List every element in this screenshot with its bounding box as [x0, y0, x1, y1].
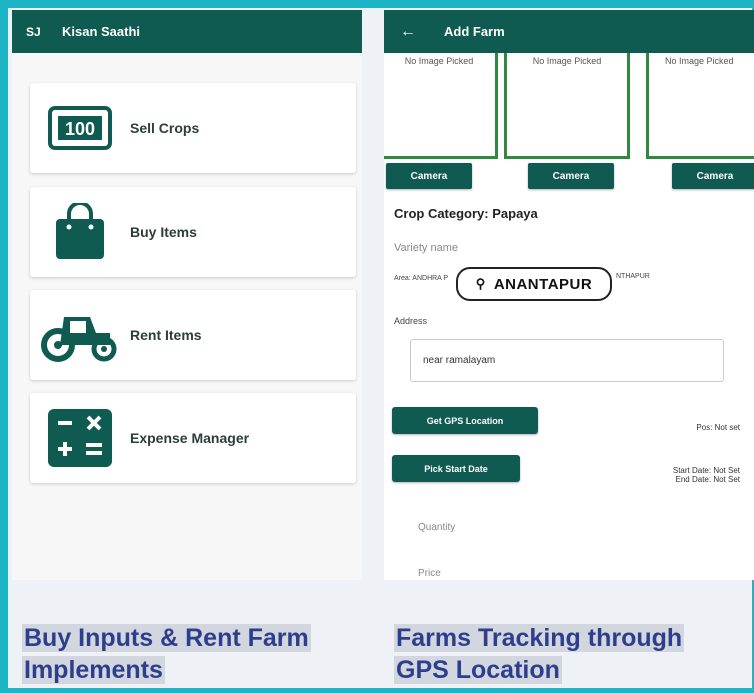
image-placeholder: No Image Picked — [532, 56, 602, 66]
menu-label: Sell Crops — [130, 120, 200, 136]
tractor-icon — [30, 300, 130, 370]
menu-item-expense-manager[interactable]: Expense Manager — [30, 393, 356, 483]
menu-label: Rent Items — [130, 327, 202, 343]
caption-left-line1: Buy Inputs & Rent Farm — [22, 624, 311, 652]
quantity-field[interactable]: Quantity — [418, 522, 455, 533]
menu-item-buy-items[interactable]: Buy Items — [30, 187, 356, 277]
area-label-right: NTHAPUR — [616, 273, 650, 280]
screen-title: Add Farm — [444, 24, 505, 39]
end-date-text: End Date: Not Set — [675, 475, 740, 484]
add-farm-screen: ← Add Farm No Image Picked No Image Pick… — [384, 10, 754, 580]
caption-right: Farms Tracking through GPS Location — [394, 622, 685, 686]
image-placeholder: No Image Picked — [665, 56, 734, 66]
address-input[interactable]: near ramalayam — [410, 339, 724, 382]
camera-button-1[interactable]: Camera — [386, 163, 472, 189]
back-arrow-icon[interactable]: ← — [384, 23, 444, 41]
calculator-icon — [30, 403, 130, 473]
image-slot-1: No Image Picked — [384, 53, 498, 159]
menu-label: Expense Manager — [130, 430, 250, 446]
app-bar-leading[interactable]: SJ — [12, 25, 62, 39]
caption-left-line2: Implements — [22, 656, 165, 684]
location-pin-icon: ⚲ — [475, 276, 486, 291]
get-gps-location-button[interactable]: Get GPS Location — [392, 407, 538, 434]
camera-button-2[interactable]: Camera — [528, 163, 614, 189]
date-status: Start Date: Not Set End Date: Not Set — [673, 466, 740, 484]
app-bar: ← Add Farm — [384, 10, 754, 53]
position-status: Pos: Not set — [696, 423, 740, 432]
kisan-saathi-home-screen: SJ Kisan Saathi 100 Sell Crops Buy Items — [12, 10, 362, 580]
image-slot-2: No Image Picked — [504, 53, 630, 159]
caption-right-line2: GPS Location — [394, 656, 562, 684]
scale-counter-icon: 100 — [30, 93, 130, 163]
image-slot-3: No Image Picked — [646, 53, 754, 159]
caption-right-line1: Farms Tracking through — [394, 624, 685, 652]
location-chip: ⚲ ANANTAPUR — [456, 267, 612, 301]
address-label: Address — [394, 316, 428, 326]
variety-name-field[interactable]: Variety name — [394, 242, 458, 254]
location-text: ANANTAPUR — [493, 275, 593, 293]
price-field[interactable]: Price — [418, 568, 441, 579]
menu-item-sell-crops[interactable]: 100 Sell Crops — [30, 83, 356, 173]
start-date-text: Start Date: Not Set — [672, 466, 740, 475]
app-title: Kisan Saathi — [62, 24, 141, 39]
image-placeholder: No Image Picked — [404, 56, 474, 66]
app-bar: SJ Kisan Saathi — [12, 10, 362, 53]
crop-category-label: Crop Category: Papaya — [394, 206, 538, 221]
camera-button-3[interactable]: Camera — [672, 163, 754, 189]
pick-start-date-button[interactable]: Pick Start Date — [392, 455, 520, 482]
shopping-bag-icon — [30, 197, 130, 267]
area-label: Area: ANDHRA P — [394, 275, 449, 282]
caption-left: Buy Inputs & Rent Farm Implements — [22, 622, 311, 686]
menu-label: Buy Items — [130, 224, 197, 240]
counter-text: 100 — [65, 119, 95, 139]
menu-item-rent-items[interactable]: Rent Items — [30, 290, 356, 380]
